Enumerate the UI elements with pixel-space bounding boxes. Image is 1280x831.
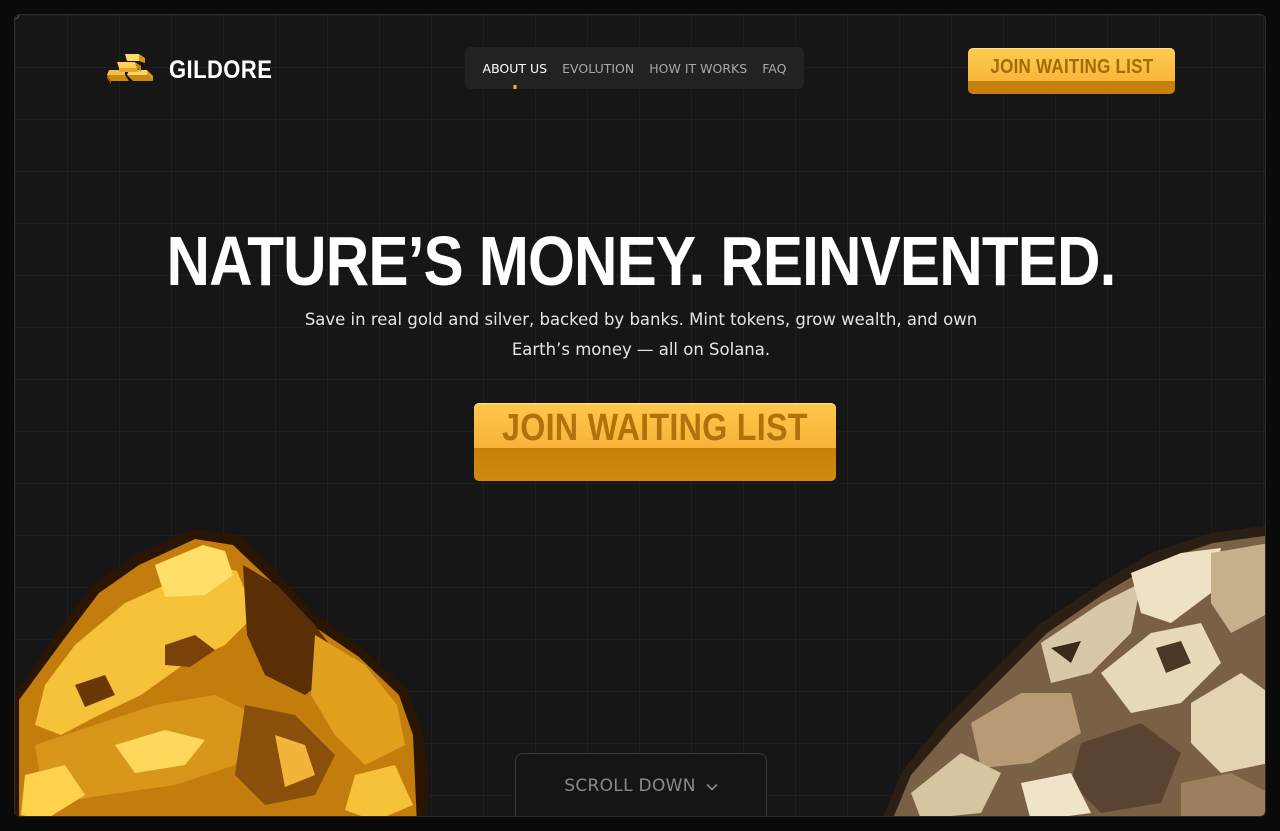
silver-nugget-image	[883, 525, 1265, 816]
main-nav: ABOUT US EVOLUTION HOW IT WORKS FAQ	[465, 47, 804, 89]
hero-cta-label: JOIN WAITING LIST	[502, 407, 808, 449]
brand-logo[interactable]: GILDORE	[105, 51, 286, 89]
brand-name: GILDORE	[169, 55, 273, 84]
nav-item-how-it-works[interactable]: HOW IT WORKS	[649, 61, 747, 76]
nav-item-faq[interactable]: FAQ	[762, 61, 786, 76]
nav-item-evolution[interactable]: EVOLUTION	[562, 61, 634, 76]
scroll-down-label: SCROLL DOWN	[564, 775, 696, 796]
chevron-down-icon	[706, 776, 718, 795]
nav-item-about-us[interactable]: ABOUT US	[483, 61, 548, 76]
hero-title: NATURE’S MONEY. REINVENTED.	[166, 222, 1116, 300]
corner-marker	[15, 15, 19, 19]
gold-bars-icon	[105, 51, 159, 89]
hero-subtitle: Save in real gold and silver, backed by …	[304, 310, 978, 359]
header-cta-label: JOIN WAITING LIST	[989, 56, 1154, 78]
header-join-waiting-list-button[interactable]: JOIN WAITING LIST	[968, 48, 1175, 94]
page-frame: GILDORE ABOUT US EVOLUTION HOW IT WORKS …	[14, 14, 1266, 817]
scroll-down-button[interactable]: SCROLL DOWN	[515, 753, 767, 816]
gold-nugget-image	[15, 529, 429, 816]
hero-join-waiting-list-button[interactable]: JOIN WAITING LIST	[474, 403, 836, 481]
